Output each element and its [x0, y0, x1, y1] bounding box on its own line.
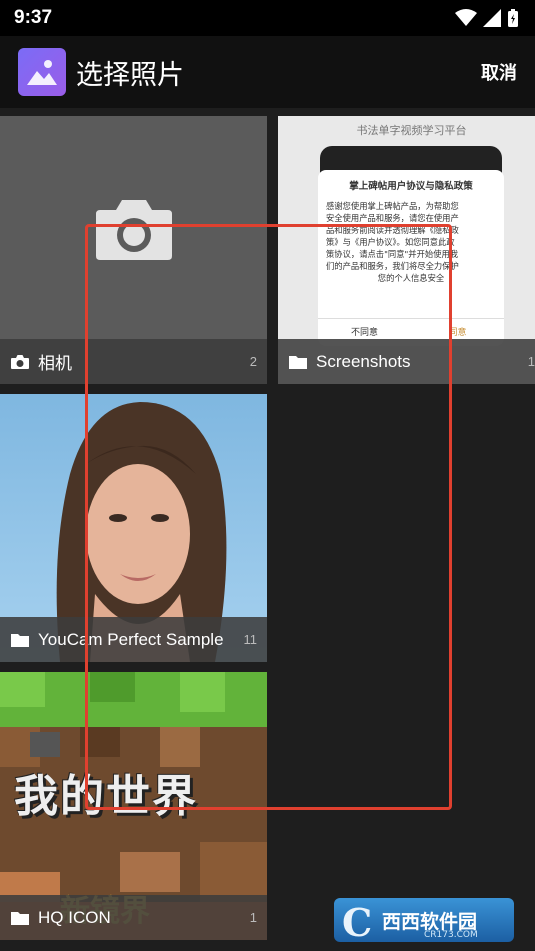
status-icons — [455, 8, 519, 28]
dialog-line: 品和服务前阅读并透彻理解《隐私政 — [326, 225, 459, 235]
wifi-icon — [455, 9, 477, 26]
dialog-line: 策协议，请点击"同意"并开始使用我 — [326, 249, 459, 259]
battery-icon — [508, 9, 518, 27]
album-tile-camera[interactable]: 相机 2 — [0, 116, 267, 384]
album-label: HQ ICON 1 — [0, 895, 267, 940]
app-bar: 选择照片 取消 — [0, 36, 535, 108]
signal-icon — [483, 9, 501, 27]
watermark-site: CR173.COM — [424, 930, 478, 940]
folder-icon — [11, 633, 29, 647]
album-label: Screenshots 1 — [278, 339, 535, 384]
album-name: YouCam Perfect Sample — [38, 629, 224, 649]
album-label: 相机 2 — [0, 339, 267, 384]
dialog-line: 安全使用产品和服务，请您在使用产 — [326, 213, 459, 223]
gallery-app-icon — [18, 48, 66, 96]
album-tile-youcam[interactable]: YouCam Perfect Sample 11 — [0, 394, 267, 662]
page-title: 选择照片 — [76, 59, 184, 91]
watermark-c-icon: C — [342, 900, 373, 945]
camera-icon — [11, 354, 29, 369]
album-tile-screenshots[interactable]: 书法单字视频学习平台 掌上碑帖用户协议与隐私政策 感谢您使用掌上碑帖产品，为帮助… — [278, 116, 535, 384]
dialog-line: 您的个人信息安全 — [377, 273, 445, 283]
folder-icon — [289, 355, 307, 369]
album-count: 2 — [249, 354, 257, 369]
album-name: 相机 — [38, 354, 72, 373]
album-name: Screenshots — [316, 351, 411, 371]
watermark-logo: C 西西软件园 CR173.COM — [334, 898, 514, 945]
screenshot-preview-header: 书法单字视频学习平台 — [356, 124, 467, 137]
dialog-line: 感谢您使用掌上碑帖产品，为帮助您 — [326, 201, 459, 211]
album-name: HQ ICON — [38, 907, 111, 927]
folder-icon — [11, 911, 29, 925]
album-count: 1 — [527, 354, 535, 369]
album-grid: 相机 2 书法单字视频学习平台 掌上碑帖用户协议与隐私政策 感谢您使用掌上碑帖产… — [0, 108, 535, 951]
dialog-title: 掌上碑帖用户协议与隐私政策 — [349, 181, 473, 192]
album-count: 11 — [243, 632, 258, 647]
album-tile-hq-icon[interactable]: 我的世界 新镜界 HQ ICON 1 — [0, 672, 267, 940]
status-time: 9:37 — [14, 7, 53, 28]
dialog-line: 策》与《用户协议》。如您同意此政 — [326, 237, 455, 247]
camera-placeholder-icon — [96, 200, 172, 260]
dialog-line: 们的产品和服务，我们将尽全力保护 — [326, 261, 459, 271]
status-bar: 9:37 — [0, 0, 535, 36]
hq-preview-title: 我的世界 — [14, 771, 198, 822]
cancel-button[interactable]: 取消 — [481, 59, 517, 85]
screenshot-preview-dialog: 掌上碑帖用户协议与隐私政策 感谢您使用掌上碑帖产品，为帮助您 安全使用产品和服务… — [318, 170, 504, 346]
album-count: 1 — [249, 910, 257, 925]
album-label: YouCam Perfect Sample 11 — [0, 617, 267, 662]
